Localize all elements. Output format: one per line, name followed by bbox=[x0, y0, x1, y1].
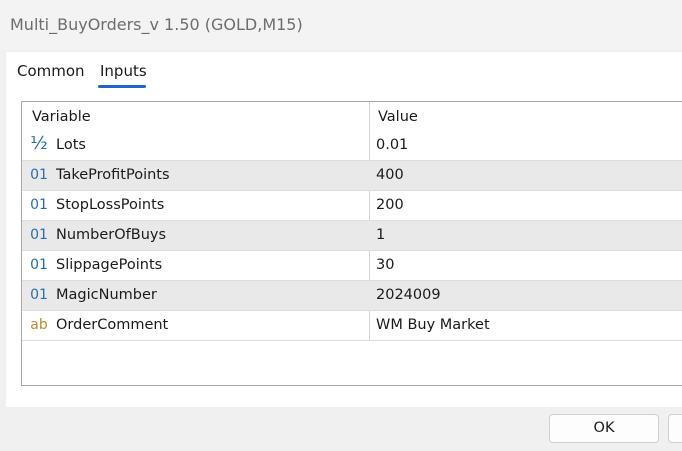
integer-type-icon: 01 bbox=[30, 227, 48, 243]
variable-value[interactable]: WM Buy Market bbox=[376, 317, 490, 333]
variable-value[interactable]: 30 bbox=[376, 257, 394, 273]
grid-header: Variable Value bbox=[22, 102, 682, 131]
integer-type-icon: 01 bbox=[30, 287, 48, 303]
variable-name: TakeProfitPoints bbox=[56, 167, 170, 183]
inputs-grid: Variable Value ½ Lots 0.01 01 TakeProfit… bbox=[21, 101, 682, 386]
dialog-window: Multi_BuyOrders_v 1.50 (GOLD,M15) Common… bbox=[0, 0, 682, 451]
table-row[interactable]: ab OrderComment WM Buy Market bbox=[22, 311, 682, 341]
half-fraction-icon: ½ bbox=[30, 133, 48, 154]
integer-type-icon: 01 bbox=[30, 257, 48, 273]
cancel-button-partial[interactable] bbox=[668, 414, 682, 443]
variable-value[interactable]: 200 bbox=[376, 197, 404, 213]
tab-inputs[interactable]: Inputs bbox=[100, 62, 147, 80]
title-bar[interactable]: Multi_BuyOrders_v 1.50 (GOLD,M15) bbox=[0, 0, 682, 50]
variable-name: NumberOfBuys bbox=[56, 227, 167, 243]
variable-value[interactable]: 0.01 bbox=[376, 137, 408, 153]
active-tab-indicator bbox=[98, 85, 146, 88]
integer-type-icon: 01 bbox=[30, 167, 48, 183]
variable-name: Lots bbox=[56, 137, 86, 153]
variable-name: StopLossPoints bbox=[56, 197, 165, 213]
variable-name: SlippagePoints bbox=[56, 257, 163, 273]
column-header-variable[interactable]: Variable bbox=[32, 109, 91, 125]
ok-button[interactable]: OK bbox=[549, 414, 659, 443]
variable-value[interactable]: 1 bbox=[376, 227, 385, 243]
table-row[interactable]: 01 StopLossPoints 200 bbox=[22, 191, 682, 221]
string-type-icon: ab bbox=[30, 317, 48, 333]
variable-value[interactable]: 400 bbox=[376, 167, 404, 183]
variable-name: OrderComment bbox=[56, 317, 169, 333]
table-row[interactable]: 01 MagicNumber 2024009 bbox=[22, 281, 682, 311]
window-title: Multi_BuyOrders_v 1.50 (GOLD,M15) bbox=[10, 15, 303, 34]
column-header-value[interactable]: Value bbox=[378, 109, 418, 125]
table-row[interactable]: ½ Lots 0.01 bbox=[22, 131, 682, 161]
integer-type-icon: 01 bbox=[30, 197, 48, 213]
variable-value[interactable]: 2024009 bbox=[376, 287, 441, 303]
table-row[interactable]: 01 NumberOfBuys 1 bbox=[22, 221, 682, 251]
table-row[interactable]: 01 SlippagePoints 30 bbox=[22, 251, 682, 281]
variable-name: MagicNumber bbox=[56, 287, 157, 303]
table-row[interactable]: 01 TakeProfitPoints 400 bbox=[22, 161, 682, 191]
tab-common[interactable]: Common bbox=[17, 62, 85, 80]
